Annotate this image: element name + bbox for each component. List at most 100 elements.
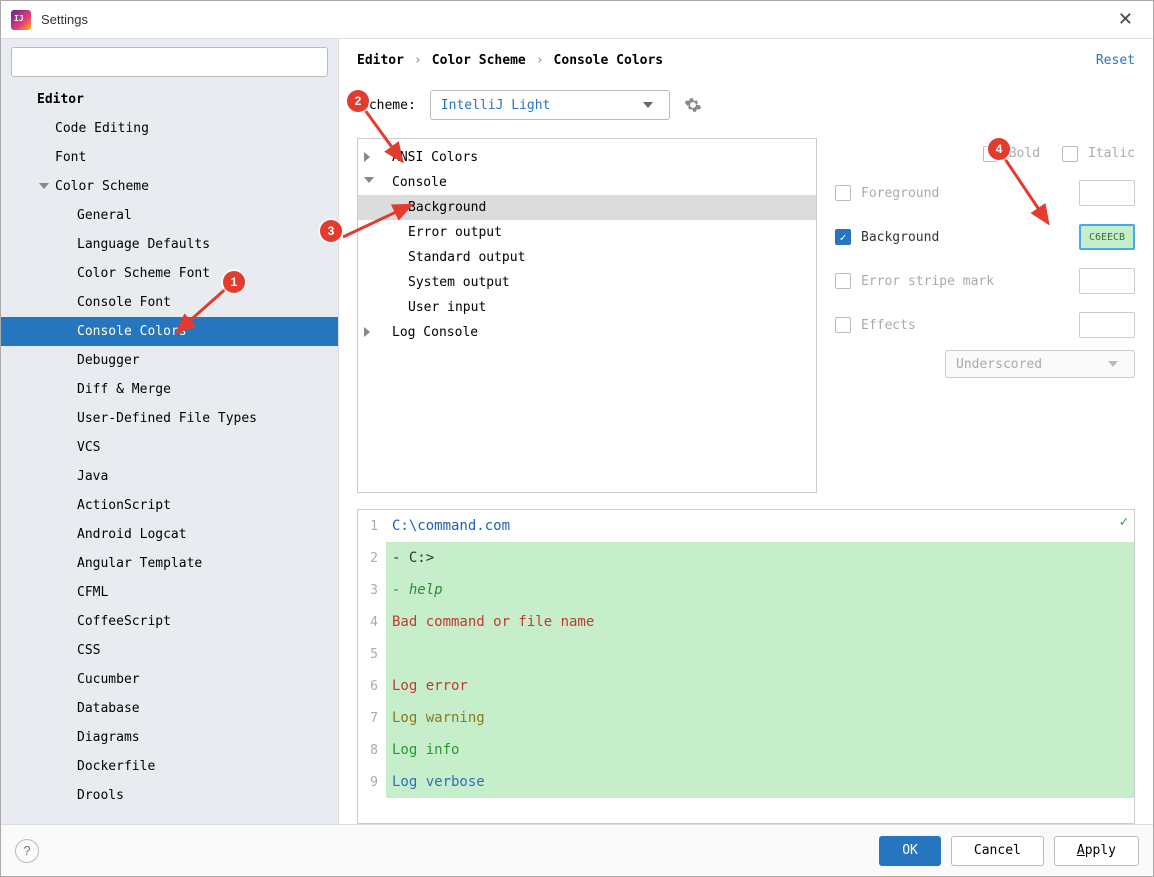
- preview-line: 7Log warning: [358, 702, 1134, 734]
- color-tree-group-label: Console: [392, 175, 447, 190]
- color-tree-group-label: Log Console: [392, 325, 478, 340]
- tree-item[interactable]: Console Font: [1, 288, 338, 317]
- gear-icon[interactable]: [684, 96, 702, 114]
- color-tree-item[interactable]: Background: [358, 195, 816, 220]
- background-label: Background: [861, 230, 939, 245]
- cancel-button[interactable]: Cancel: [951, 836, 1044, 866]
- effects-value: Underscored: [956, 357, 1042, 372]
- bold-label: Bold: [1009, 146, 1040, 162]
- color-tree-item[interactable]: Standard output: [358, 245, 816, 270]
- tree-item[interactable]: CoffeeScript: [1, 607, 338, 636]
- tree-item-color-scheme[interactable]: Color Scheme: [1, 172, 338, 201]
- color-tree-item[interactable]: Error output: [358, 220, 816, 245]
- tree-group-editor[interactable]: Editor: [1, 85, 338, 114]
- ok-button[interactable]: OK: [879, 836, 941, 866]
- code-text: [386, 638, 1134, 670]
- code-text: Log warning: [386, 702, 1134, 734]
- scheme-value: IntelliJ Light: [441, 98, 551, 113]
- tree-item[interactable]: General: [1, 201, 338, 230]
- gutter-number: 8: [358, 743, 386, 758]
- annotation-marker-4: 4: [988, 138, 1010, 160]
- preview-line: 8Log info: [358, 734, 1134, 766]
- chevron-down-icon: [39, 183, 49, 189]
- chevron-right-icon: [364, 327, 370, 337]
- effects-select[interactable]: Underscored: [945, 350, 1135, 378]
- foreground-swatch[interactable]: [1079, 180, 1135, 206]
- color-tree-group[interactable]: Console: [358, 170, 816, 195]
- code-text: Bad command or file name: [386, 606, 1134, 638]
- chevron-right-icon: ›: [414, 53, 422, 68]
- window-title: Settings: [41, 12, 1108, 27]
- help-icon[interactable]: ?: [15, 839, 39, 863]
- tree-item[interactable]: Diff & Merge: [1, 375, 338, 404]
- breadcrumb-seg[interactable]: Editor: [357, 53, 404, 68]
- close-icon[interactable]: ✕: [1108, 5, 1143, 34]
- tree-item[interactable]: Cucumber: [1, 665, 338, 694]
- search-input[interactable]: [11, 47, 328, 77]
- checkbox-background[interactable]: [835, 229, 851, 245]
- gutter-number: 2: [358, 551, 386, 566]
- scheme-select[interactable]: IntelliJ Light: [430, 90, 670, 120]
- annotation-marker-2: 2: [347, 90, 369, 112]
- background-swatch[interactable]: C6EECB: [1079, 224, 1135, 250]
- chevron-down-icon: [364, 177, 374, 183]
- tree-item[interactable]: Java: [1, 462, 338, 491]
- color-categories-tree[interactable]: ANSI Colors Console BackgroundError outpu…: [357, 138, 817, 493]
- breadcrumb-seg[interactable]: Color Scheme: [432, 53, 526, 68]
- preview-line: 5: [358, 638, 1134, 670]
- tree-item[interactable]: VCS: [1, 433, 338, 462]
- tree-item[interactable]: Diagrams: [1, 723, 338, 752]
- breadcrumb-seg[interactable]: Console Colors: [554, 53, 664, 68]
- tree-item[interactable]: CFML: [1, 578, 338, 607]
- tree-item[interactable]: CSS: [1, 636, 338, 665]
- checkbox-italic[interactable]: [1062, 146, 1078, 162]
- tree-item[interactable]: User-Defined File Types: [1, 404, 338, 433]
- color-tree-group-label: ANSI Colors: [392, 150, 478, 165]
- tree-item[interactable]: Angular Template: [1, 549, 338, 578]
- gutter-number: 3: [358, 583, 386, 598]
- color-tree-group[interactable]: ANSI Colors: [358, 145, 816, 170]
- titlebar: Settings ✕: [1, 1, 1153, 39]
- tree-item[interactable]: Database: [1, 694, 338, 723]
- preview-line: 6Log error: [358, 670, 1134, 702]
- tree-item[interactable]: Code Editing: [1, 114, 338, 143]
- color-tree-group[interactable]: Log Console: [358, 320, 816, 345]
- preview-line: 2- C:>: [358, 542, 1134, 574]
- code-text: C:\command.com: [386, 510, 1134, 542]
- error-stripe-swatch[interactable]: [1079, 268, 1135, 294]
- tree-item-label: Color Scheme: [55, 179, 149, 194]
- tree-item[interactable]: Drools: [1, 781, 338, 810]
- tree-item[interactable]: Font: [1, 143, 338, 172]
- color-tree-item[interactable]: User input: [358, 295, 816, 320]
- code-text: - help: [386, 574, 1134, 606]
- sidebar: Editor Code Editing Font Color Scheme Ge…: [1, 39, 339, 824]
- chevron-right-icon: ›: [536, 53, 544, 68]
- color-tree-item[interactable]: System output: [358, 270, 816, 295]
- preview-pane[interactable]: ✓ 1C:\command.com2- C:>3- help4Bad comma…: [357, 509, 1135, 824]
- tree-item[interactable]: ActionScript: [1, 491, 338, 520]
- gutter-number: 5: [358, 647, 386, 662]
- gutter-number: 4: [358, 615, 386, 630]
- tree-item[interactable]: Dockerfile: [1, 752, 338, 781]
- tree-item[interactable]: Color Scheme Font: [1, 259, 338, 288]
- effects-swatch[interactable]: [1079, 312, 1135, 338]
- chevron-down-icon: [1108, 361, 1118, 367]
- checkbox-error-stripe[interactable]: [835, 273, 851, 289]
- tree-item[interactable]: Android Logcat: [1, 520, 338, 549]
- settings-tree[interactable]: Editor Code Editing Font Color Scheme Ge…: [1, 85, 338, 824]
- checkbox-foreground[interactable]: [835, 185, 851, 201]
- scheme-label: Scheme:: [361, 98, 416, 113]
- annotation-marker-3: 3: [320, 220, 342, 242]
- preview-line: 9Log verbose: [358, 766, 1134, 798]
- gutter-number: 1: [358, 519, 386, 534]
- gutter-number: 6: [358, 679, 386, 694]
- tree-item[interactable]: Language Defaults: [1, 230, 338, 259]
- tree-item[interactable]: Console Colors: [1, 317, 338, 346]
- checkbox-effects[interactable]: [835, 317, 851, 333]
- tree-item[interactable]: Debugger: [1, 346, 338, 375]
- gutter-number: 9: [358, 775, 386, 790]
- reset-link[interactable]: Reset: [1096, 53, 1135, 68]
- code-text: Log error: [386, 670, 1134, 702]
- apply-button[interactable]: Apply: [1054, 836, 1139, 866]
- main-panel: Editor › Color Scheme › Console Colors R…: [339, 39, 1153, 824]
